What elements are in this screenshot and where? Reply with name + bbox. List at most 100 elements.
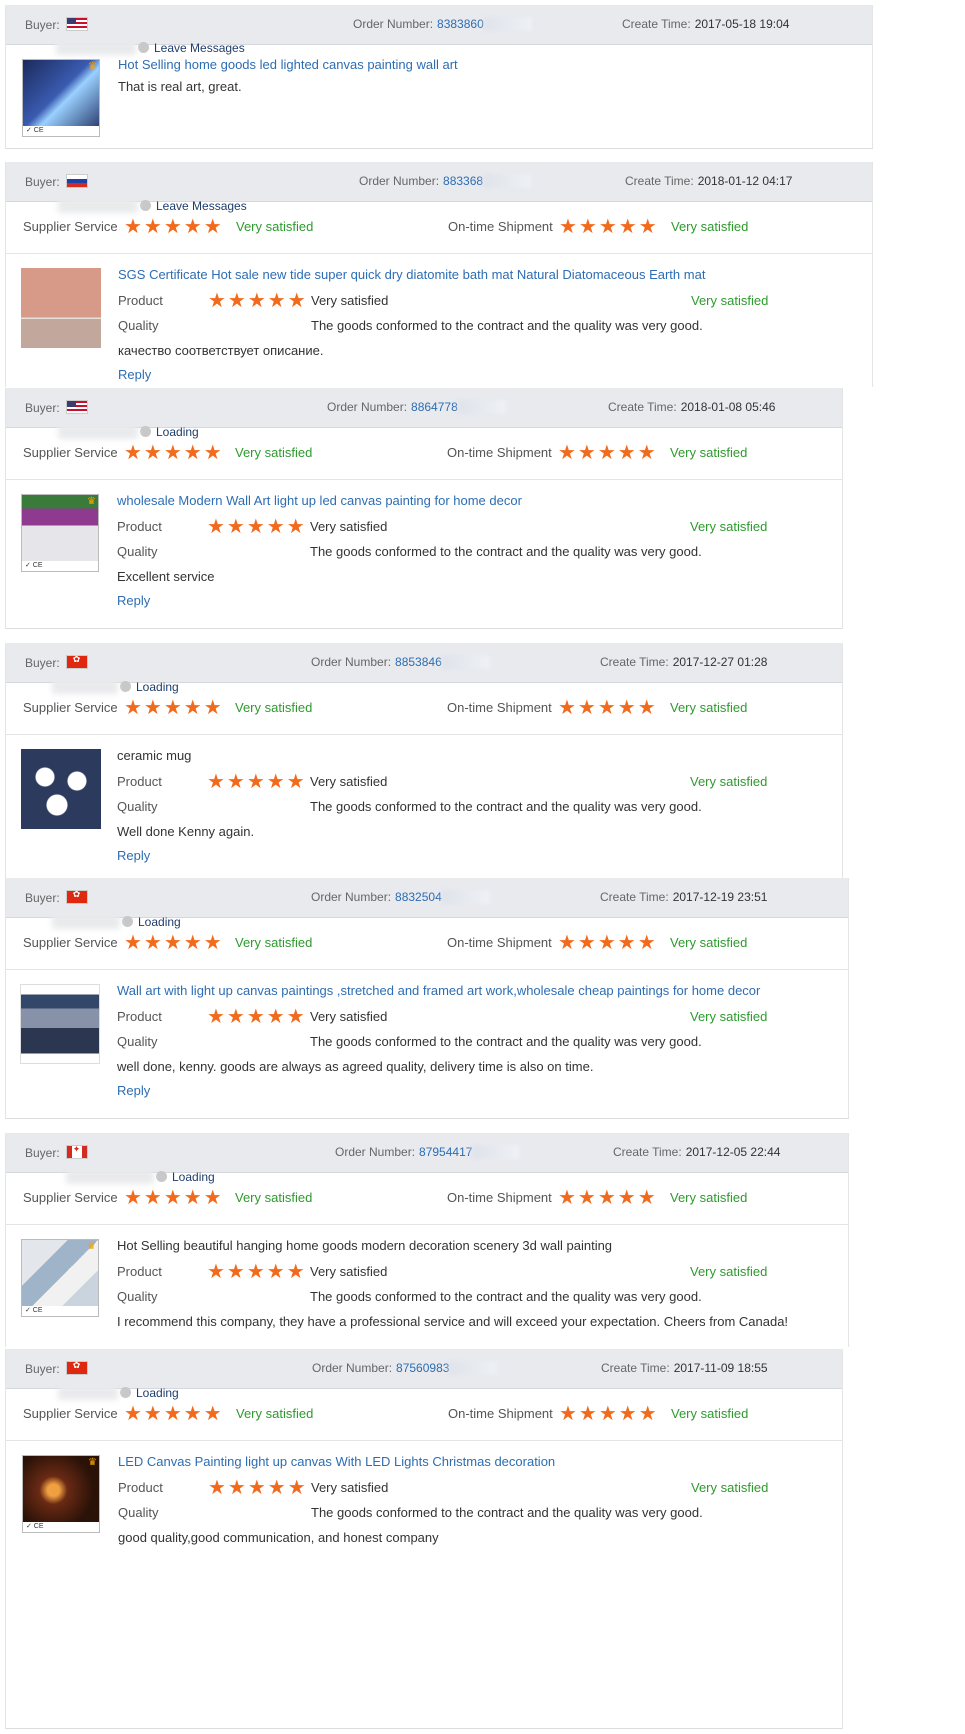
- create-time-value: 2018-01-12 04:17: [697, 174, 793, 188]
- message-status[interactable]: Leave Messages: [154, 41, 245, 55]
- review-comment: good quality,good communication, and hon…: [118, 1530, 439, 1545]
- shipment-label: On-time Shipment: [447, 700, 552, 715]
- supplier-service-stars: ★★★★★: [124, 932, 224, 954]
- buyer-label: Buyer:: [25, 18, 60, 32]
- supplier-service-rating: Very satisfied: [235, 445, 313, 460]
- order-number-label: Order Number:: [311, 655, 392, 669]
- shipment-stars: ★★★★★: [558, 697, 658, 719]
- review-comment: Excellent service: [117, 569, 215, 584]
- order-number-link[interactable]: 8383860: [437, 17, 484, 31]
- shipment-stars: ★★★★★: [558, 932, 658, 954]
- quality-text: The goods conformed to the contract and …: [310, 799, 702, 814]
- product-stars: ★★★★★: [207, 516, 307, 538]
- create-time-value: 2017-12-19 23:51: [672, 890, 768, 904]
- order-number-link[interactable]: 87560983: [396, 1361, 449, 1375]
- crown-icon: ♛: [87, 496, 96, 507]
- quality-text: The goods conformed to the contract and …: [310, 544, 702, 559]
- quality-label: Quality: [117, 1034, 158, 1049]
- product-satisfaction: Very satisfied: [691, 293, 769, 308]
- product-thumbnail[interactable]: ♛ ✓ CE: [21, 1239, 99, 1317]
- create-time-label: Create Time:: [622, 17, 691, 31]
- product-thumbnail[interactable]: [21, 268, 101, 348]
- order-number-label: Order Number:: [311, 890, 392, 904]
- create-time-label: Create Time:: [625, 174, 694, 188]
- review-block: Buyer: Order Number: 883368 Create Time: 2…: [5, 162, 873, 387]
- review-header: Buyer: Order Number: 8383860 Create Time:…: [6, 5, 872, 45]
- shipment-rating: Very satisfied: [671, 219, 749, 234]
- reply-link[interactable]: Reply: [117, 848, 150, 863]
- shipment-rating: Very satisfied: [670, 935, 748, 950]
- review-comment: That is real art, great.: [118, 79, 242, 94]
- service-rating-row: Supplier Service ★★★★★ Very satisfied On…: [6, 201, 872, 254]
- quality-text: The goods conformed to the contract and …: [310, 1289, 702, 1304]
- review-comment: Well done Kenny again.: [117, 824, 255, 839]
- product-satisfaction: Very satisfied: [690, 774, 768, 789]
- buyer-label: Buyer:: [25, 656, 60, 670]
- order-number-link[interactable]: 87954417: [419, 1145, 472, 1159]
- product-thumbnail[interactable]: ♛ ✓ CE: [22, 1455, 100, 1533]
- buyer-label: Buyer:: [25, 175, 60, 189]
- quality-label: Quality: [118, 1505, 159, 1520]
- buyer-name: [56, 41, 136, 55]
- order-number-link[interactable]: 8864778: [411, 400, 458, 414]
- product-title-link[interactable]: Hot Selling home goods led lighted canva…: [118, 57, 458, 72]
- create-time-value: 2017-11-09 18:55: [673, 1361, 768, 1375]
- product-title-link[interactable]: wholesale Modern Wall Art light up led c…: [117, 493, 522, 508]
- review-header: Buyer: Order Number:87560983 Create Time…: [6, 1349, 842, 1389]
- product-title-link[interactable]: LED Canvas Painting light up canvas With…: [118, 1454, 555, 1469]
- supplier-service-rating: Very satisfied: [236, 1406, 314, 1421]
- reply-link[interactable]: Reply: [117, 593, 150, 608]
- create-time-value: 2017-12-27 01:28: [672, 655, 768, 669]
- product-thumbnail[interactable]: [20, 984, 100, 1064]
- review-comment: well done, kenny. goods are always as ag…: [117, 1059, 594, 1074]
- shipment-stars: ★★★★★: [558, 1187, 658, 1209]
- review-comment: I recommend this company, they have a pr…: [117, 1314, 789, 1329]
- ru-flag-icon: [65, 174, 88, 188]
- shipment-label: On-time Shipment: [447, 935, 552, 950]
- shipment-label: On-time Shipment: [448, 1406, 553, 1421]
- reply-link[interactable]: Reply: [118, 367, 151, 382]
- order-number-label: Order Number:: [353, 17, 434, 31]
- create-time-label: Create Time:: [601, 1361, 670, 1375]
- service-rating-row: Supplier Service ★★★★★ Very satisfied On…: [6, 1172, 848, 1225]
- supplier-service-rating: Very satisfied: [236, 219, 314, 234]
- create-time-label: Create Time:: [608, 400, 677, 414]
- review-header: Buyer: Order Number:8853846 Create Time:…: [6, 643, 842, 683]
- product-stars: ★★★★★: [207, 1006, 307, 1028]
- review-block: Buyer: Order Number:87954417 Create Time…: [5, 1133, 849, 1347]
- us-flag-icon: [65, 400, 88, 414]
- order-number-link[interactable]: 8853846: [395, 655, 442, 669]
- buyer-label: Buyer:: [25, 401, 60, 415]
- supplier-service-label: Supplier Service: [23, 935, 118, 950]
- reply-link[interactable]: Reply: [117, 1083, 150, 1098]
- create-time-value: 2018-01-08 05:46: [680, 400, 776, 414]
- hk-flag-icon: [65, 1360, 88, 1375]
- quality-text: The goods conformed to the contract and …: [311, 1505, 703, 1520]
- product-thumbnail[interactable]: ♛ ✓ CE: [21, 494, 99, 572]
- review-header: Buyer: Order Number:8832504 Create Time:…: [6, 878, 848, 918]
- quality-label: Quality: [118, 318, 159, 333]
- shipment-stars: ★★★★★: [559, 216, 659, 238]
- review-block: Buyer: Order Number:87560983 Create Time…: [5, 1349, 843, 1729]
- product-label: Product: [117, 1264, 162, 1279]
- order-number-link[interactable]: 8832504: [395, 890, 442, 904]
- product-label: Product: [117, 519, 162, 534]
- product-title-link[interactable]: SGS Certificate Hot sale new tide super …: [118, 267, 705, 282]
- hk-flag-icon: [65, 889, 88, 904]
- product-title-link[interactable]: Wall art with light up canvas paintings …: [117, 983, 760, 998]
- order-number-label: Order Number:: [335, 1145, 416, 1159]
- shipment-label: On-time Shipment: [447, 445, 552, 460]
- quality-label: Quality: [117, 544, 158, 559]
- review-header: Buyer: Order Number:87954417 Create Time…: [6, 1133, 848, 1173]
- order-number-link[interactable]: 883368: [443, 174, 483, 188]
- service-rating-row: Supplier Service ★★★★★ Very satisfied On…: [6, 682, 842, 735]
- product-thumbnail[interactable]: ♛ ✓ CE: [22, 59, 100, 137]
- supplier-service-stars: ★★★★★: [124, 1187, 224, 1209]
- order-number-label: Order Number:: [327, 400, 408, 414]
- crown-icon: ♛: [88, 1457, 97, 1468]
- product-thumbnail[interactable]: [21, 749, 101, 829]
- supplier-service-label: Supplier Service: [23, 1190, 118, 1205]
- create-time-value: 2017-05-18 19:04: [694, 17, 790, 31]
- review-header: Buyer: Order Number: 8864778 Create Time:…: [6, 388, 842, 428]
- create-time-label: Create Time:: [600, 655, 669, 669]
